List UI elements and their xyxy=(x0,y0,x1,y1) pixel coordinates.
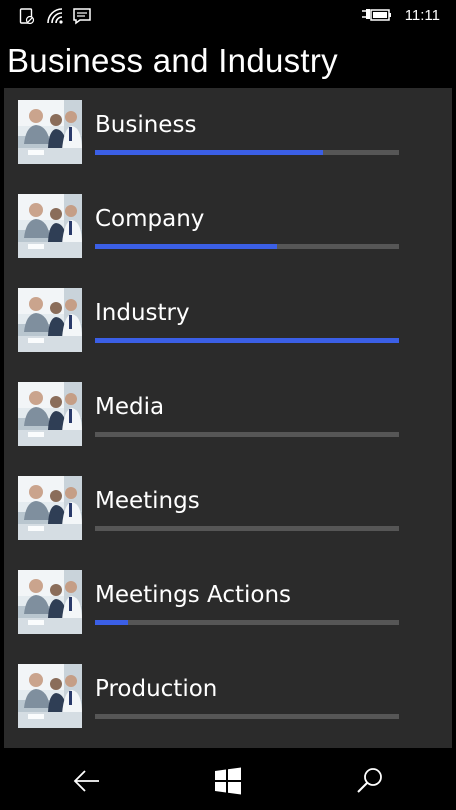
progress-bar xyxy=(95,150,399,155)
item-thumbnail xyxy=(18,570,82,634)
progress-bar xyxy=(95,432,399,437)
category-list: Business Company Industry Media Meetings Meet… xyxy=(4,88,452,748)
progress-fill xyxy=(95,244,278,249)
list-item[interactable]: Industry xyxy=(4,276,452,356)
clock-time: 11:11 xyxy=(404,7,440,24)
item-thumbnail xyxy=(18,194,82,258)
item-label: Industry xyxy=(95,300,190,326)
list-item[interactable]: Meetings xyxy=(4,464,452,544)
status-bar: 11:11 xyxy=(0,0,456,32)
search-icon[interactable] xyxy=(353,764,387,798)
list-item[interactable]: Business xyxy=(4,88,452,168)
item-thumbnail xyxy=(18,100,82,164)
do-not-disturb-icon xyxy=(18,7,36,29)
list-item[interactable]: Media xyxy=(4,370,452,450)
back-arrow-icon[interactable] xyxy=(70,764,104,798)
item-thumbnail xyxy=(18,382,82,446)
progress-bar xyxy=(95,620,399,625)
item-thumbnail xyxy=(18,288,82,352)
list-item[interactable]: Meetings Actions xyxy=(4,558,452,638)
item-label: Media xyxy=(95,394,165,420)
progress-bar xyxy=(95,244,399,249)
item-label: Meetings Actions xyxy=(95,582,292,608)
progress-bar xyxy=(95,526,399,531)
item-label: Company xyxy=(95,206,205,232)
message-icon xyxy=(72,7,92,29)
page-title: Business and Industry xyxy=(7,42,338,79)
progress-fill xyxy=(95,338,399,343)
item-thumbnail xyxy=(18,476,82,540)
progress-fill xyxy=(95,620,129,625)
progress-fill xyxy=(95,150,323,155)
list-item[interactable]: Production xyxy=(4,652,452,732)
navigation-bar xyxy=(0,750,456,810)
list-item[interactable]: Company xyxy=(4,182,452,262)
progress-bar xyxy=(95,338,399,343)
item-thumbnail xyxy=(18,664,82,728)
item-label: Business xyxy=(95,112,197,138)
battery-charging-icon xyxy=(362,6,392,28)
windows-start-icon[interactable] xyxy=(211,764,245,798)
item-label: Production xyxy=(95,676,218,702)
wifi-icon xyxy=(46,7,66,29)
progress-bar xyxy=(95,714,399,719)
item-label: Meetings xyxy=(95,488,200,514)
